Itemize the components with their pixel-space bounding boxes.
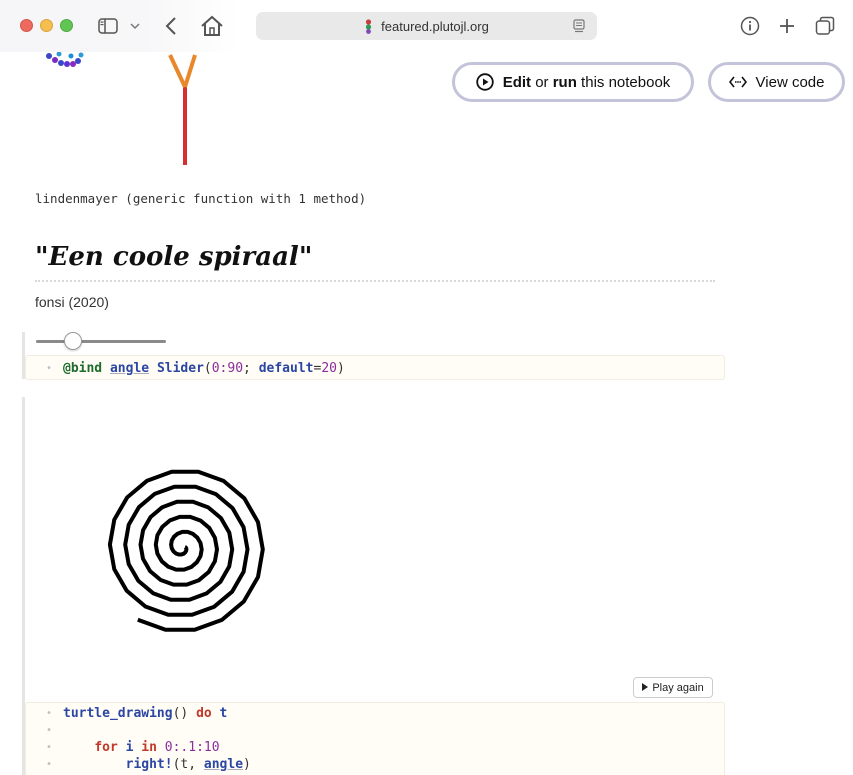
code-line: • right!(t, angle) bbox=[26, 756, 724, 773]
sidebar-icon[interactable] bbox=[97, 14, 119, 38]
view-code-button[interactable]: View code bbox=[708, 62, 845, 102]
chevron-down-icon[interactable] bbox=[129, 14, 141, 38]
info-icon[interactable] bbox=[739, 14, 761, 38]
code-token: 0:.1:10 bbox=[156, 740, 220, 755]
code-token: ) bbox=[243, 757, 251, 772]
heading-quote-close: " bbox=[298, 242, 313, 272]
pluto-favicon-icon bbox=[364, 18, 373, 34]
line-bullet: • bbox=[46, 725, 53, 736]
this-notebook-label: this notebook bbox=[576, 73, 671, 91]
section-heading: "Een coole spiraal" bbox=[35, 242, 715, 282]
address-url: featured.plutojl.org bbox=[381, 18, 489, 34]
notebook-page: Edit or run this notebook View code lind… bbox=[0, 52, 853, 775]
run-label: run bbox=[552, 73, 577, 91]
code-token: 20 bbox=[321, 361, 337, 376]
code-token: ) bbox=[336, 361, 345, 376]
code-token: t bbox=[211, 706, 228, 721]
flower-cluster bbox=[46, 52, 84, 67]
code-token: (t, bbox=[172, 757, 204, 772]
play-circle-icon bbox=[475, 73, 494, 91]
slider-thumb[interactable] bbox=[63, 332, 82, 350]
code-token: ( bbox=[203, 361, 212, 376]
edit-label: Edit bbox=[502, 73, 532, 91]
author-text: fonsi (2020) bbox=[35, 294, 109, 310]
turtle-spiral-drawing bbox=[107, 469, 265, 632]
code-token: i bbox=[117, 740, 142, 755]
code-token: ; bbox=[243, 361, 259, 376]
plus-icon[interactable] bbox=[776, 14, 798, 38]
lindenmayer-tree-drawing bbox=[46, 52, 197, 165]
edit-or-run-notebook-button[interactable]: Edit or run this notebook bbox=[452, 62, 694, 102]
code-token: right! bbox=[125, 757, 173, 772]
code-token: angle bbox=[109, 361, 150, 376]
play-triangle-icon bbox=[642, 682, 649, 694]
close-window-button[interactable] bbox=[20, 19, 33, 32]
view-code-label: View code bbox=[755, 73, 825, 91]
play-again-label: Play again bbox=[652, 681, 704, 694]
turtle-code-cell[interactable]: • turtle_drawing() do t • • for i in 0:.1… bbox=[25, 702, 725, 775]
code-line: • turtle_drawing() do t bbox=[26, 705, 724, 722]
code-token: @bind bbox=[63, 361, 103, 376]
code-token: default bbox=[258, 361, 314, 376]
zoom-window-button[interactable] bbox=[60, 19, 73, 32]
cell-output-text: lindenmayer (generic function with 1 met… bbox=[35, 191, 367, 206]
heading-title: Een coole spiraal bbox=[48, 242, 299, 272]
tabs-icon[interactable] bbox=[814, 14, 836, 38]
code-icon bbox=[728, 76, 747, 88]
code-token: turtle_drawing bbox=[63, 706, 173, 721]
code-line: • @bind angle Slider(0:90; default=20) bbox=[26, 360, 724, 377]
reader-icon[interactable] bbox=[573, 19, 585, 33]
back-icon[interactable] bbox=[160, 14, 182, 38]
code-token: () bbox=[172, 706, 197, 721]
spiral-path bbox=[107, 469, 265, 632]
home-icon[interactable] bbox=[199, 14, 225, 38]
code-token: for bbox=[94, 740, 118, 755]
bind-code-cell[interactable]: • @bind angle Slider(0:90; default=20) bbox=[25, 355, 725, 380]
slider-track bbox=[36, 340, 166, 343]
line-bullet: • bbox=[46, 708, 53, 719]
line-bullet: • bbox=[46, 363, 53, 374]
minimize-window-button[interactable] bbox=[40, 19, 53, 32]
browser-titlebar: featured.plutojl.org bbox=[0, 0, 853, 52]
code-token: 0:90 bbox=[211, 361, 244, 376]
line-bullet: • bbox=[46, 742, 53, 753]
tree-branch-right bbox=[183, 54, 197, 88]
code-token: in bbox=[141, 740, 157, 755]
play-again-button[interactable]: Play again bbox=[633, 677, 713, 698]
heading-quote-open: " bbox=[35, 242, 49, 272]
or-label: or bbox=[531, 73, 553, 91]
code-token: do bbox=[196, 706, 212, 721]
code-line: • for i in 0:.1:10 bbox=[26, 739, 724, 756]
address-bar[interactable]: featured.plutojl.org bbox=[256, 12, 597, 40]
tree-branch-left bbox=[168, 54, 187, 88]
line-bullet: • bbox=[46, 759, 53, 770]
code-line: • bbox=[26, 722, 724, 739]
code-token: angle bbox=[203, 757, 244, 772]
code-token: Slider bbox=[156, 361, 204, 376]
angle-slider[interactable] bbox=[36, 331, 168, 351]
